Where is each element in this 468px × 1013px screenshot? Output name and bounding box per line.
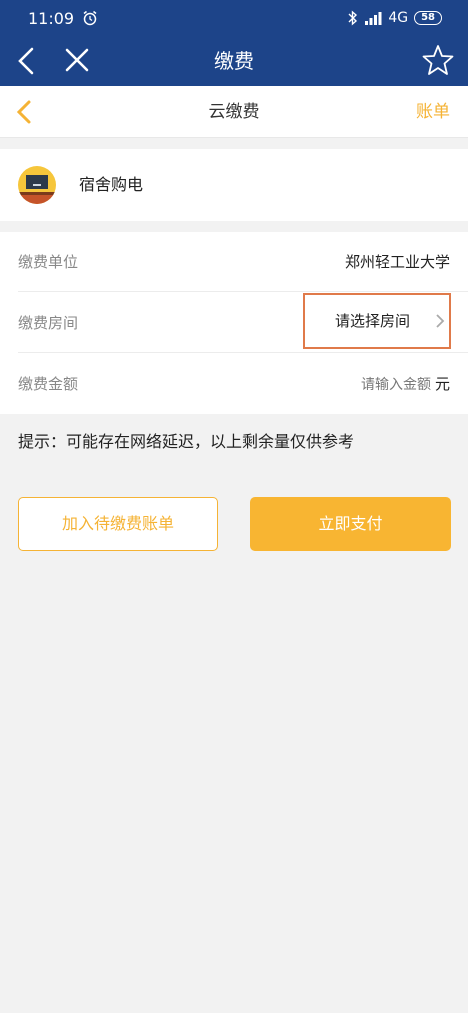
room-select-placeholder: 请选择房间 bbox=[335, 312, 411, 330]
room-select[interactable]: 请选择房间 bbox=[303, 293, 451, 349]
status-bar: 11:09 4G 58 bbox=[0, 0, 468, 36]
battery-icon: 58 bbox=[414, 11, 442, 25]
amount-row: 缴费金额 请输入金额元 bbox=[18, 354, 468, 414]
payment-form: 缴费单位 郑州轻工业大学 缴费房间 请选择房间 缴费金额 请输入金额元 bbox=[0, 232, 468, 414]
chevron-right-icon bbox=[436, 314, 445, 328]
sub-header: 云缴费 账单 bbox=[0, 86, 468, 138]
sub-title: 云缴费 bbox=[208, 102, 260, 122]
amount-input[interactable]: 请输入金额 bbox=[361, 377, 431, 393]
battery-level: 58 bbox=[421, 12, 435, 23]
dorm-electricity-label: 宿舍购电 bbox=[79, 175, 144, 194]
unit-value: 郑州轻工业大学 bbox=[344, 253, 450, 271]
bluetooth-icon bbox=[348, 10, 358, 26]
room-row: 缴费房间 请选择房间 bbox=[18, 293, 468, 353]
signal-icon bbox=[365, 12, 382, 25]
dorm-icon bbox=[18, 166, 56, 204]
network-type: 4G bbox=[388, 10, 409, 26]
alarm-icon bbox=[83, 10, 97, 26]
page-title: 缴费 bbox=[214, 49, 254, 73]
amount-field[interactable]: 请输入金额元 bbox=[361, 354, 450, 415]
unit-label: 缴费单位 bbox=[18, 253, 79, 271]
tip-text: 提示：可能存在网络延迟，以上剩余量仅供参考 bbox=[18, 432, 355, 451]
room-label: 缴费房间 bbox=[18, 314, 79, 332]
app-header: 缴费 bbox=[0, 36, 468, 86]
unit-row: 缴费单位 郑州轻工业大学 bbox=[18, 232, 468, 292]
amount-unit: 元 bbox=[434, 375, 450, 393]
dorm-electricity-card[interactable]: 宿舍购电 bbox=[0, 149, 468, 221]
status-time: 11:09 bbox=[28, 8, 75, 28]
star-icon[interactable] bbox=[420, 42, 456, 78]
amount-label: 缴费金额 bbox=[18, 375, 79, 393]
pay-now-button[interactable]: 立即支付 bbox=[250, 497, 451, 551]
add-pending-bill-button[interactable]: 加入待缴费账单 bbox=[18, 497, 218, 551]
bill-link[interactable]: 账单 bbox=[416, 86, 450, 138]
